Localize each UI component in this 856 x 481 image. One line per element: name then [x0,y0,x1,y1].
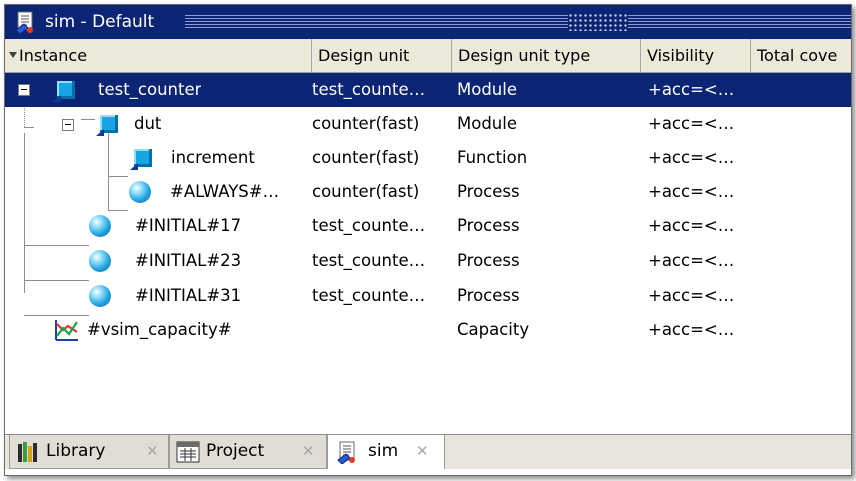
design-unit: counter(fast) [312,114,420,133]
column-header-design-unit[interactable]: Design unit [312,39,452,72]
tree-row-always[interactable]: #ALWAYS#… counter(fast) Process +acc=<… [5,175,851,209]
library-icon [18,442,37,462]
tab-label: Project [206,441,265,461]
tab-sim[interactable]: sim ✕ [327,435,445,471]
design-unit: counter(fast) [312,182,420,201]
sim-icon [337,441,355,464]
process-icon [89,285,111,307]
design-unit-type: Capacity [457,320,530,339]
sim-window: sim - Default Instance Design unit Desig… [4,4,852,476]
instance-name: #INITIAL#17 [135,216,242,235]
tab-project[interactable]: Project ✕ [169,435,327,469]
tab-library[interactable]: Library ✕ [9,435,169,469]
design-unit [312,313,452,347]
column-header: Instance Design unit Design unit type Vi… [5,39,851,73]
visibility-value: +acc=<… [648,148,735,167]
tab-bar: Library ✕ Project ✕ sim ✕ [5,434,851,475]
design-unit-type: Function [457,148,528,167]
title-grip-lines[interactable] [185,15,851,29]
design-unit: test_counte… [312,251,426,270]
instance-name: test_counter [98,80,202,99]
process-icon [89,215,111,237]
visibility-value: +acc=<… [648,182,735,201]
window-title: sim - Default [45,12,155,32]
tree-row-vsim-capacity[interactable]: #vsim_capacity# Capacity +acc=<… [5,313,851,347]
column-header-total-coverage[interactable]: Total cove [751,39,851,72]
tree-row-initial-31[interactable]: #INITIAL#31 test_counte… Process +acc=<… [5,279,851,313]
project-icon [176,441,200,463]
instance-tree: test_counter test_counte… Module +acc=<…… [5,73,851,413]
sort-arrow-icon [9,52,17,58]
capacity-icon [55,320,78,341]
tree-row-initial-23[interactable]: #INITIAL#23 test_counte… Process +acc=<… [5,244,851,278]
column-header-visibility[interactable]: Visibility [641,39,751,72]
visibility-value: +acc=<… [648,320,735,339]
tab-label: Library [46,441,106,461]
sim-icon [15,11,33,34]
process-icon [89,250,111,272]
design-unit-type: Module [457,80,517,99]
function-icon [130,149,152,170]
design-unit-type: Process [457,251,520,270]
design-unit-type: Process [457,286,520,305]
tree-row-dut[interactable]: dut counter(fast) Module +acc=<… [5,107,851,141]
tab-close-icon[interactable]: ✕ [146,435,159,467]
instance-name: dut [134,114,162,133]
title-grip-handle[interactable] [568,13,628,31]
process-icon [129,181,151,203]
design-unit-type: Process [457,182,520,201]
module-icon [96,115,118,136]
visibility-value: +acc=<… [648,80,735,99]
visibility-value: +acc=<… [648,286,735,305]
instance-name: #INITIAL#23 [135,251,242,270]
instance-name: #vsim_capacity# [87,320,232,339]
design-unit: test_counte… [312,286,426,305]
design-unit: test_counte… [312,216,426,235]
tree-row-test-counter[interactable]: test_counter test_counte… Module +acc=<… [5,73,851,107]
tree-row-initial-17[interactable]: #INITIAL#17 test_counte… Process +acc=<… [5,209,851,243]
tab-close-icon[interactable]: ✕ [302,435,315,467]
column-header-design-unit-type[interactable]: Design unit type [452,39,641,72]
window-title-bar[interactable]: sim - Default [5,5,851,39]
column-header-instance[interactable]: Instance [5,39,312,72]
instance-name: increment [171,148,255,167]
instance-name: #INITIAL#31 [135,286,242,305]
visibility-value: +acc=<… [648,216,735,235]
instance-name: #ALWAYS#… [170,182,280,201]
module-icon [53,81,75,102]
design-unit: test_counte… [312,80,426,99]
collapse-toggle[interactable] [62,119,74,131]
design-unit-type: Process [457,216,520,235]
visibility-value: +acc=<… [648,251,735,270]
collapse-toggle[interactable] [18,84,30,96]
tree-row-increment[interactable]: increment counter(fast) Function +acc=<… [5,141,851,175]
visibility-value: +acc=<… [648,114,735,133]
torn-edge [5,469,851,475]
design-unit: counter(fast) [312,148,420,167]
design-unit-type: Module [457,114,517,133]
tab-close-icon[interactable]: ✕ [416,435,429,467]
tab-label: sim [368,441,399,461]
